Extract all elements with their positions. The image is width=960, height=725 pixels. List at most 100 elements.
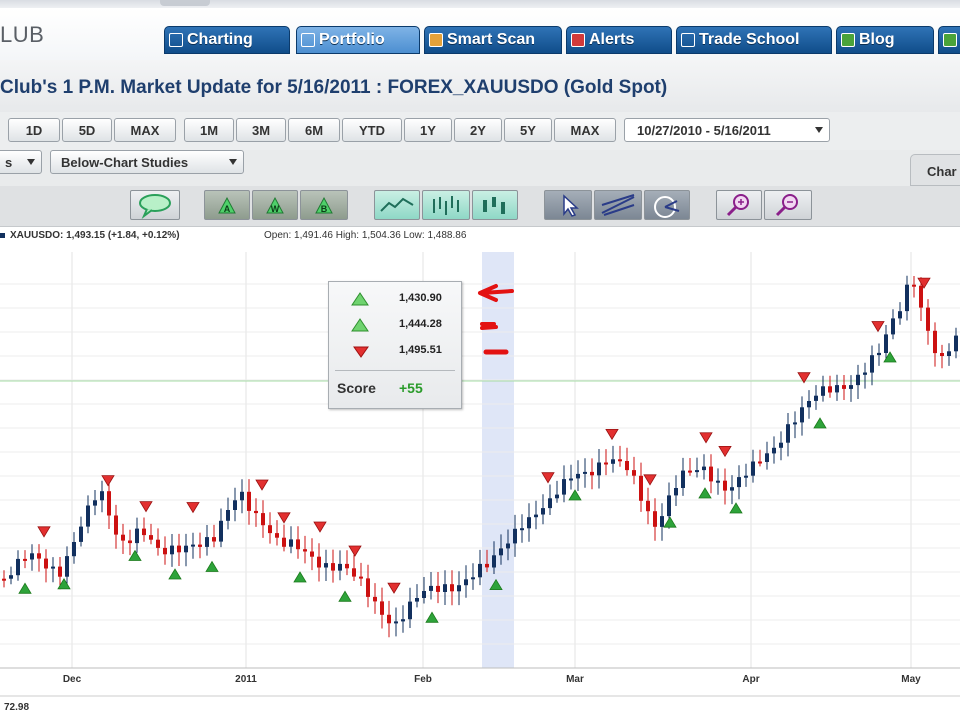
candle-body [135,528,139,544]
score-value: +55 [399,380,423,396]
chevron-down-icon [27,159,35,165]
candle-body [212,537,216,542]
tab-smart-scan[interactable]: Smart Scan [424,26,562,54]
sell-signal-marker [313,521,327,533]
top-strip [0,0,960,8]
range-button-ytd[interactable]: YTD [342,118,402,142]
candle-body [100,491,104,501]
buy-signal-marker [18,582,32,594]
above-chart-studies-label: s [5,154,13,170]
bar-chart-button[interactable] [422,190,470,220]
candle-body [562,479,566,495]
signal-b-button[interactable]: B [300,190,348,220]
fibonacci-button[interactable] [644,190,690,220]
candle-body [737,477,741,488]
score-row-value: 1,430.90 [399,292,442,304]
candle-body [807,401,811,408]
candle-body [884,334,888,353]
signal-w-icon: W [266,196,284,214]
range-button-5d[interactable]: 5D [62,118,112,142]
trendline-button[interactable] [594,190,642,220]
candle-body [107,491,111,516]
line-chart-button[interactable] [374,190,420,220]
range-button-6m[interactable]: 6M [288,118,340,142]
candle-body [688,470,692,473]
candle-body [156,539,160,548]
candle-body [51,566,55,569]
svg-text:W: W [271,204,280,214]
candle-body [905,284,909,312]
down-signal-icon [353,346,369,358]
tab-alerts[interactable]: Alerts [566,26,672,54]
candle-body [765,453,769,462]
candle-chart-button[interactable] [472,190,518,220]
comment-icon [139,194,171,219]
range-button-max-intraday[interactable]: MAX [114,118,176,142]
zoom-out-button[interactable] [764,190,812,220]
signal-a-button[interactable]: A [204,190,250,220]
sell-signal-marker [871,321,885,333]
pointer-button[interactable] [544,190,592,220]
candle-body [618,459,622,462]
candle-body [492,555,496,568]
zoom-in-button[interactable] [716,190,762,220]
candle-body [16,558,20,576]
candle-body [513,528,517,544]
range-button-5y[interactable]: 5Y [504,118,552,142]
candle-body [583,471,587,474]
candle-body [590,471,594,476]
range-button-2y[interactable]: 2Y [454,118,502,142]
pointer-icon [563,194,579,217]
up-signal-icon [351,318,369,332]
candle-body [940,353,944,356]
candle-body [247,491,251,511]
range-button-1d[interactable]: 1D [8,118,60,142]
site-logo[interactable]: LUB [0,22,44,48]
date-range-select[interactable]: 10/27/2010 - 5/16/2011 [624,118,830,142]
candle-body [394,621,398,624]
signal-w-button[interactable]: W [252,190,298,220]
tab-portfolio[interactable]: Portfolio [296,26,420,54]
candle-body [800,407,804,423]
range-button-3m[interactable]: 3M [236,118,286,142]
candle-body [261,513,265,526]
tab-blog[interactable]: Blog [836,26,934,54]
price-chart-canvas[interactable]: Dec 2011 Feb Mar Apr May 72.98 [0,248,960,720]
candle-body [534,514,538,518]
sell-signal-marker [277,512,291,524]
sell-signal-marker [718,446,732,458]
candle-body [625,461,629,471]
candle-body [93,500,97,506]
candle-body [352,568,356,577]
tab-trade-school[interactable]: Trade School [676,26,832,54]
line-chart-icon [380,197,414,212]
range-toolbar: 1D 5D MAX 1M 3M 6M YTD 1Y 2Y 5Y MAX 10/2… [0,112,960,150]
tab-chart[interactable]: Char [910,154,960,186]
quote-ohlc: Open: 1,491.46 High: 1,504.36 Low: 1,488… [264,230,467,241]
candle-body [639,475,643,501]
signal-a-icon: A [218,196,236,214]
range-button-1m[interactable]: 1M [184,118,234,142]
candle-body [142,528,146,536]
candle-body [219,520,223,542]
chevron-down-icon [229,159,237,165]
range-button-max[interactable]: MAX [554,118,616,142]
range-button-1y[interactable]: 1Y [404,118,452,142]
candle-body [198,544,202,547]
candle-body [814,395,818,401]
candle-body [842,385,846,389]
candle-body [856,374,860,386]
below-chart-studies-select[interactable]: Below-Chart Studies [50,150,244,174]
candle-body [324,563,328,568]
trendline-icon [601,194,635,216]
top-strip-tab[interactable] [160,0,210,6]
above-chart-studies-select[interactable]: s [0,150,42,174]
comment-button[interactable] [130,190,180,220]
candle-body [730,487,734,491]
tab-charting[interactable]: Charting [164,26,290,54]
tab-more[interactable] [938,26,960,54]
signal-markers [18,277,931,623]
candle-body [58,566,62,577]
candle-body [723,480,727,491]
price-chart[interactable]: Dec 2011 Feb Mar Apr May 72.98 [0,248,960,720]
